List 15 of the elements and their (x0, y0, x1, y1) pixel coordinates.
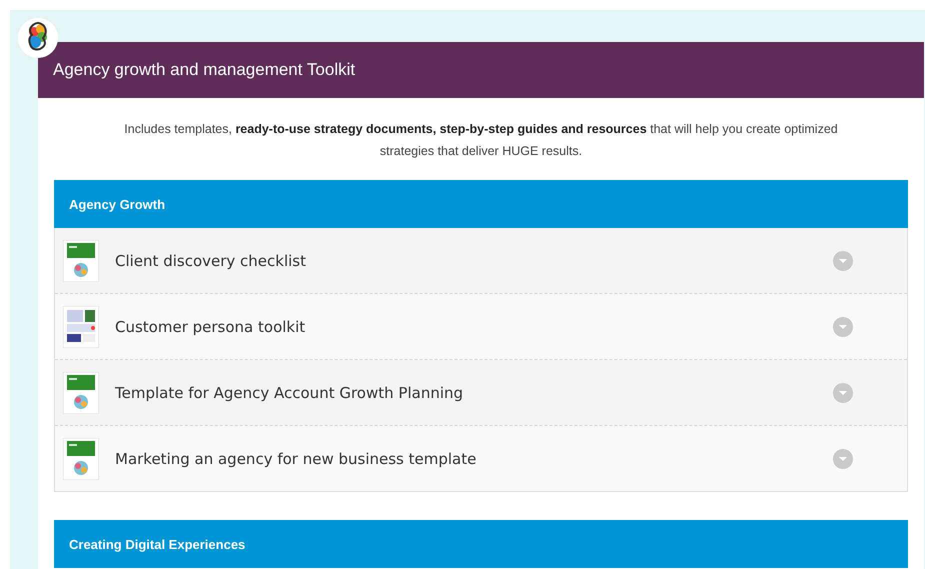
toolkit-title: Agency growth and management Toolkit (38, 42, 924, 98)
expand-icon[interactable] (833, 448, 853, 468)
resource-link[interactable]: Template for Agency Account Growth Planning (115, 384, 464, 402)
resource-link[interactable]: Marketing an agency for new business template (115, 450, 476, 468)
document-thumbnail-icon (63, 438, 99, 480)
document-thumbnail-icon (63, 372, 99, 414)
document-thumbnail-icon (63, 240, 99, 282)
logo-icon (18, 18, 58, 58)
resource-link[interactable]: Customer persona toolkit (115, 318, 306, 336)
resource-link[interactable]: Client discovery checklist (115, 252, 306, 270)
expand-icon[interactable] (833, 316, 853, 336)
expand-icon[interactable] (833, 250, 853, 270)
description: Includes templates, ready-to-use strategy documents, step-by-step guides and resources that will help you create optimized strategies that deliver HUGE results. (123, 121, 839, 160)
document-thumbnail-icon (63, 306, 99, 348)
expand-icon[interactable] (833, 382, 853, 402)
